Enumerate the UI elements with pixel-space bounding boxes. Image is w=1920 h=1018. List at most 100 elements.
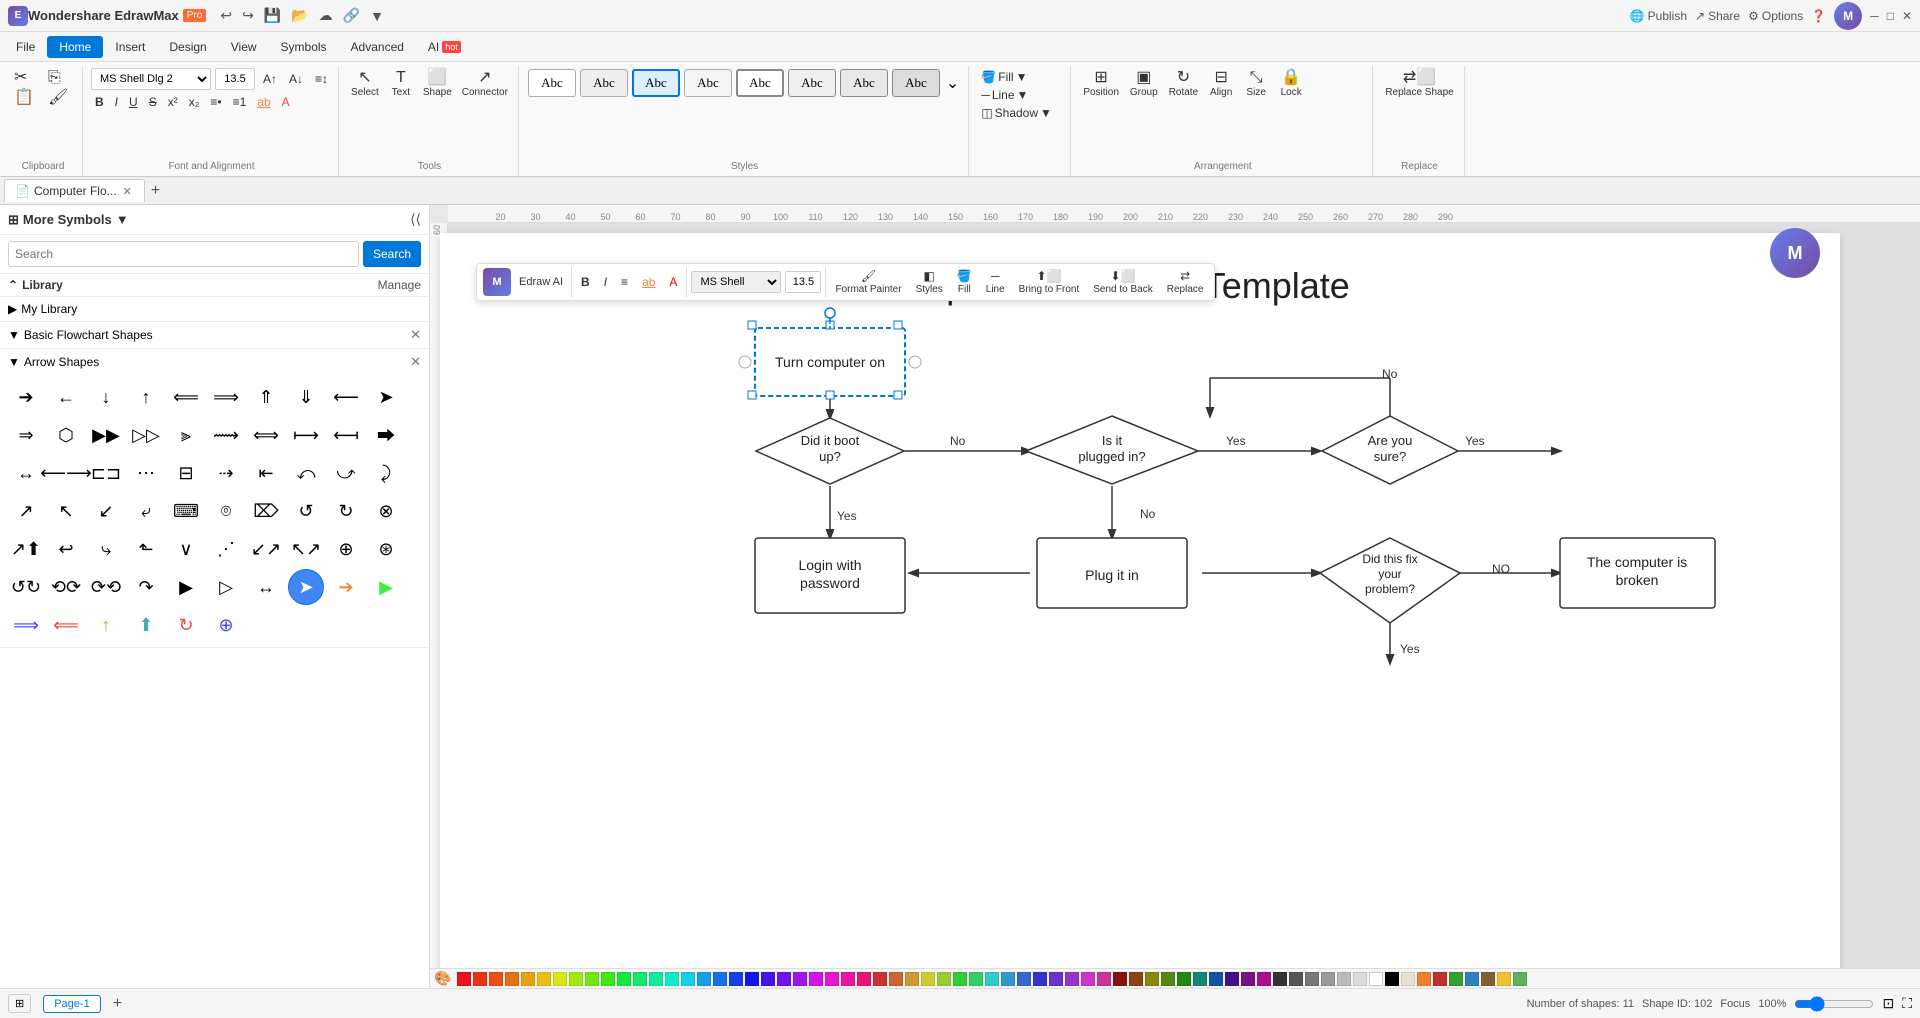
color-forest-green[interactable] <box>1177 972 1191 986</box>
size-button[interactable]: ⤡ Size <box>1240 68 1272 100</box>
document-tab[interactable]: 📄 Computer Flo... ✕ <box>4 179 145 202</box>
arrow-shape-14[interactable]: ▷▷ <box>128 417 164 453</box>
arrow-shape-49[interactable]: ⊕ <box>328 531 364 567</box>
ft-text-color-button[interactable]: A <box>664 272 682 292</box>
publish-button[interactable]: 🌐 Publish <box>1630 9 1687 23</box>
menu-view[interactable]: View <box>219 36 269 58</box>
color-green[interactable] <box>601 972 615 986</box>
handle-tl[interactable] <box>748 321 756 329</box>
handle-br[interactable] <box>894 391 902 399</box>
style-swatch-3[interactable]: Abc <box>632 69 680 97</box>
arrow-shape-11[interactable]: ⇒ <box>8 417 44 453</box>
italic-button[interactable]: I <box>111 93 122 111</box>
arrow-shape-36[interactable]: ⌾ <box>208 493 244 529</box>
search-button[interactable]: Search <box>363 241 421 267</box>
arrow-shape-15[interactable]: ⫸ <box>168 417 204 453</box>
color-medium-green[interactable] <box>953 972 967 986</box>
color-silver[interactable] <box>1321 972 1335 986</box>
canvas-scroll[interactable]: 60 70 80 90 100 110 120 130 140 150 160 <box>430 223 1920 968</box>
arrow-shape-32[interactable]: ↖ <box>48 493 84 529</box>
arrow-shape-16[interactable]: ⟿ <box>208 417 244 453</box>
arrow-shape-33[interactable]: ↙ <box>88 493 124 529</box>
font-name-select[interactable]: MS Shell Dlg 2 <box>91 68 211 90</box>
color-spring-green[interactable] <box>969 972 983 986</box>
ft-font-select[interactable]: MS Shell <box>691 271 781 293</box>
text-color-button[interactable]: A <box>278 93 294 111</box>
color-dark-gray[interactable] <box>1273 972 1287 986</box>
close-button[interactable]: ✕ <box>1902 9 1912 23</box>
strikethrough-button[interactable]: S <box>145 93 161 111</box>
restore-button[interactable]: □ <box>1887 9 1894 23</box>
connector-button[interactable]: ↗ Connector <box>458 68 512 100</box>
style-swatch-5[interactable]: Abc <box>736 69 784 97</box>
arrow-shape-39[interactable]: ↻ <box>328 493 364 529</box>
style-swatch-7[interactable]: Abc <box>840 69 888 97</box>
arrow-shape-53[interactable]: ⟳⟲ <box>88 569 124 605</box>
cut-button[interactable]: ✂ <box>10 68 42 88</box>
color-medium-magenta[interactable] <box>1081 972 1095 986</box>
menu-home[interactable]: Home <box>47 36 103 58</box>
arrow-shape-40[interactable]: ⊗ <box>368 493 404 529</box>
bold-button[interactable]: B <box>91 93 108 111</box>
ft-format-painter-button[interactable]: 🖌 Format Painter <box>830 266 906 298</box>
arrow-shape-6[interactable]: ⟹ <box>208 379 244 415</box>
arrow-shape-31[interactable]: ↗ <box>8 493 44 529</box>
color-saffron[interactable] <box>1497 972 1511 986</box>
color-sky[interactable] <box>681 972 695 986</box>
copy-button[interactable]: ⎘ <box>44 68 76 88</box>
arrow-shape-23[interactable]: ⊏⊐ <box>88 455 124 491</box>
minimize-button[interactable]: ─ <box>1870 9 1879 23</box>
color-plum[interactable] <box>1257 972 1271 986</box>
arrow-shape-25[interactable]: ⊟ <box>168 455 204 491</box>
color-saddle-brown[interactable] <box>1481 972 1495 986</box>
position-button[interactable]: ⊞ Position <box>1079 68 1123 100</box>
arrow-shape-35[interactable]: ⌨ <box>168 493 204 529</box>
menu-ai[interactable]: AI hot <box>416 36 473 58</box>
more-dropdown[interactable]: ▼ <box>366 6 388 26</box>
color-medium-sea-green[interactable] <box>1513 972 1527 986</box>
arrow-shape-62[interactable]: ⟸ <box>48 607 84 643</box>
ft-bg-underline-button[interactable]: ab <box>637 272 660 292</box>
arrow-shape-20[interactable]: ⮕ <box>368 417 404 453</box>
flowchart-section-header[interactable]: ▼ Basic Flowchart Shapes ✕ <box>0 322 429 348</box>
ft-align-button[interactable]: ≡ <box>616 272 633 292</box>
color-orange-red[interactable] <box>473 972 487 986</box>
color-orange[interactable] <box>489 972 503 986</box>
color-medium-steel[interactable] <box>1465 972 1479 986</box>
ft-italic-button[interactable]: I <box>599 272 612 292</box>
color-pink[interactable] <box>857 972 871 986</box>
font-size-input[interactable] <box>215 68 255 90</box>
ft-send-to-back-button[interactable]: ⬇⬜ Send to Back <box>1088 266 1157 298</box>
menu-insert[interactable]: Insert <box>103 36 157 58</box>
color-white[interactable] <box>1369 972 1383 986</box>
color-medium-gray[interactable] <box>1305 972 1319 986</box>
color-royal-blue[interactable] <box>713 972 727 986</box>
color-blue-purple[interactable] <box>1049 972 1063 986</box>
ai-floating-button[interactable]: M <box>1770 228 1820 278</box>
conn-left[interactable] <box>739 356 751 368</box>
my-library-header[interactable]: ▶ My Library <box>0 297 429 321</box>
shadow-button[interactable]: ◫ Shadow ▼ <box>977 104 1056 122</box>
color-seafoam[interactable] <box>649 972 663 986</box>
color-deep-pink[interactable] <box>1097 972 1111 986</box>
arrow-shape-28[interactable]: ⤺ <box>288 455 324 491</box>
color-dark-olive[interactable] <box>1145 972 1159 986</box>
select-button[interactable]: ↖ Select <box>347 68 383 100</box>
arrow-shape-55[interactable]: ▶ <box>168 569 204 605</box>
manage-button[interactable]: Manage <box>378 278 421 292</box>
handle-bl[interactable] <box>748 391 756 399</box>
arrow-shape-65[interactable]: ↻ <box>168 607 204 643</box>
color-cornflower[interactable] <box>1017 972 1031 986</box>
color-magenta[interactable] <box>809 972 823 986</box>
color-lime[interactable] <box>937 972 951 986</box>
zoom-fullscreen-button[interactable]: ⛶ <box>1902 995 1912 1012</box>
arrow-shape-54[interactable]: ↷ <box>128 569 164 605</box>
arrow-shape-66[interactable]: ⊕ <box>208 607 244 643</box>
handle-tr[interactable] <box>894 321 902 329</box>
add-tab-button[interactable]: + <box>147 182 164 200</box>
color-medium-purple[interactable] <box>1065 972 1079 986</box>
arrow-shape-24[interactable]: ⋯ <box>128 455 164 491</box>
color-light-green[interactable] <box>585 972 599 986</box>
arrow-shape-59[interactable]: ➔ <box>328 569 364 605</box>
color-light-orange[interactable] <box>505 972 519 986</box>
